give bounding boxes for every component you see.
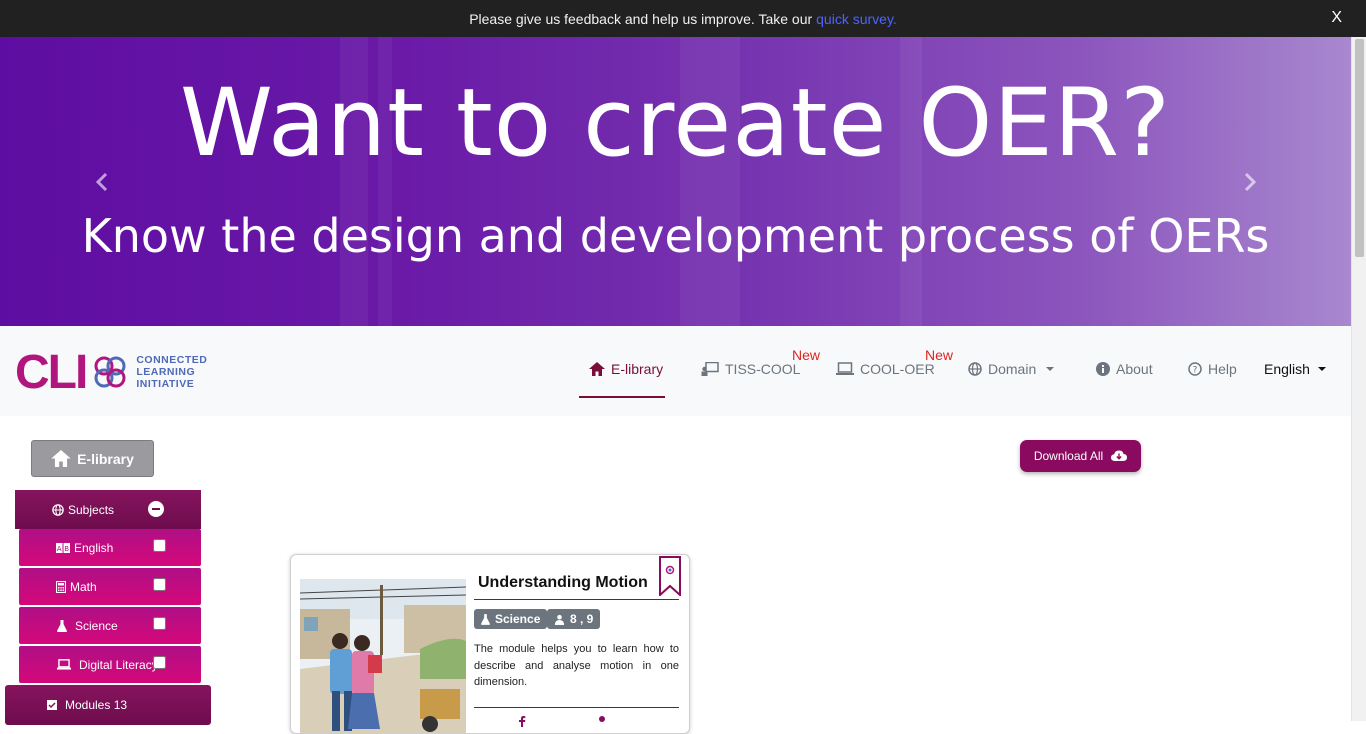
subjects-label: Subjects xyxy=(68,502,115,517)
module-card[interactable]: Understanding Motion Science 8 , 9 The m… xyxy=(290,554,690,734)
svg-text:?: ? xyxy=(1193,366,1198,376)
active-nav-underline xyxy=(579,396,665,398)
nav-tiss-cool[interactable]: TISS-COOL xyxy=(701,361,800,377)
module-title[interactable]: Understanding Motion xyxy=(478,574,648,592)
subjects-toggle[interactable]: Subjects xyxy=(15,490,201,529)
logo-text: CLI xyxy=(15,345,88,399)
elibrary-home-button[interactable]: E-library xyxy=(31,440,154,477)
subject-science[interactable]: Science xyxy=(19,607,201,644)
logo-wordmark: CONNECTED LEARNING INITIATIVE xyxy=(136,354,208,390)
new-badge-tiss-cool: New xyxy=(792,347,821,363)
facebook-icon[interactable] xyxy=(516,715,528,727)
flask-icon xyxy=(57,619,67,632)
banner-headline: Want to create OER? xyxy=(180,69,1171,178)
feedback-bar: Please give us feedback and help us impr… xyxy=(0,0,1366,37)
nav-elibrary-label: E-library xyxy=(611,361,664,377)
download-all-label: Download All xyxy=(1033,449,1104,463)
language-label: English xyxy=(1264,361,1310,377)
share-icon[interactable] xyxy=(596,715,608,727)
chevron-right-icon[interactable] xyxy=(1236,167,1266,197)
subject-math-label: Math xyxy=(70,579,97,594)
subject-science-label: Science xyxy=(75,618,118,633)
new-badge-cool-oer: New xyxy=(925,347,954,363)
nav-help[interactable]: ? Help xyxy=(1188,361,1237,377)
subject-digital-literacy-label: Digital Literacy xyxy=(79,657,158,672)
description-divider xyxy=(474,707,679,708)
nav-about-label: About xyxy=(1116,361,1153,377)
nav-domain-dropdown[interactable]: Domain xyxy=(968,361,1055,377)
home-icon xyxy=(51,450,71,467)
scrollbar-thumb[interactable] xyxy=(1355,39,1364,257)
cloud-download-icon xyxy=(1111,450,1128,461)
nav-cool-oer-label: COOL-OER xyxy=(860,361,935,377)
chevron-down-icon xyxy=(1317,367,1326,371)
laptop-icon xyxy=(57,659,71,670)
globe-icon xyxy=(968,362,982,376)
language-dropdown[interactable]: English xyxy=(1264,361,1326,377)
calculator-icon xyxy=(56,580,66,593)
language-icon: AB xyxy=(56,542,70,553)
nav-elibrary[interactable]: E-library xyxy=(589,361,663,377)
svg-text:B: B xyxy=(64,545,69,553)
laptop-icon xyxy=(836,362,854,375)
nav-about[interactable]: About xyxy=(1096,361,1153,377)
top-navbar: CLI CONNECTED LEARNING INITIATIVE E-libr… xyxy=(0,326,1351,416)
subject-tag: Science xyxy=(474,609,548,629)
elibrary-button-label: E-library xyxy=(77,450,134,467)
nav-help-label: Help xyxy=(1208,361,1237,377)
collapse-minus-icon[interactable] xyxy=(148,501,164,517)
chevron-left-icon[interactable] xyxy=(88,167,118,197)
modules-label: Modules 13 xyxy=(65,698,128,712)
graduation-cap-icon xyxy=(554,614,565,625)
nav-cool-oer[interactable]: COOL-OER xyxy=(836,361,935,377)
subject-tag-label: Science xyxy=(495,612,541,626)
page-scrollbar[interactable] xyxy=(1351,37,1366,721)
subject-digital-literacy[interactable]: Digital Literacy xyxy=(19,646,201,683)
subject-science-checkbox[interactable] xyxy=(153,617,166,630)
nav-tiss-cool-label: TISS-COOL xyxy=(725,361,801,377)
feedback-text: Please give us feedback and help us impr… xyxy=(469,10,813,27)
cli-logo[interactable]: CLI CONNECTED LEARNING INITIATIVE xyxy=(15,345,207,399)
subject-english-checkbox[interactable] xyxy=(153,539,166,552)
subject-english-label: English xyxy=(74,540,114,555)
info-circle-icon xyxy=(1096,362,1110,376)
question-circle-icon: ? xyxy=(1188,362,1202,376)
flask-icon xyxy=(481,613,490,625)
grade-tag: 8 , 9 xyxy=(547,609,601,629)
svg-text:A: A xyxy=(57,545,62,553)
hero-banner: Want to create OER? Know the design and … xyxy=(0,37,1351,326)
chevron-down-icon xyxy=(1046,367,1055,371)
banner-subline: Know the design and development process … xyxy=(81,209,1270,263)
grade-tag-label: 8 , 9 xyxy=(570,612,594,626)
quick-survey-link[interactable]: quick survey. xyxy=(816,11,897,27)
nav-domain-label: Domain xyxy=(988,361,1037,377)
subject-math[interactable]: Math xyxy=(19,568,201,605)
module-icon xyxy=(47,700,57,710)
title-divider xyxy=(474,599,679,600)
bookmark-icon[interactable] xyxy=(659,556,681,596)
close-feedback-button[interactable]: X xyxy=(1331,9,1342,27)
subject-digital-literacy-checkbox[interactable] xyxy=(153,656,166,669)
home-icon xyxy=(589,362,605,376)
subject-math-checkbox[interactable] xyxy=(153,578,166,591)
subject-english[interactable]: AB English xyxy=(19,529,201,566)
chalkboard-teacher-icon xyxy=(701,362,719,376)
globe-icon xyxy=(52,503,64,516)
module-thumbnail-image xyxy=(300,579,466,733)
modules-toggle[interactable]: Modules 13 xyxy=(5,685,211,725)
download-all-button[interactable]: Download All xyxy=(1020,440,1141,472)
knot-logo-icon xyxy=(94,356,126,388)
module-description: The module helps you to learn how to des… xyxy=(474,643,679,688)
